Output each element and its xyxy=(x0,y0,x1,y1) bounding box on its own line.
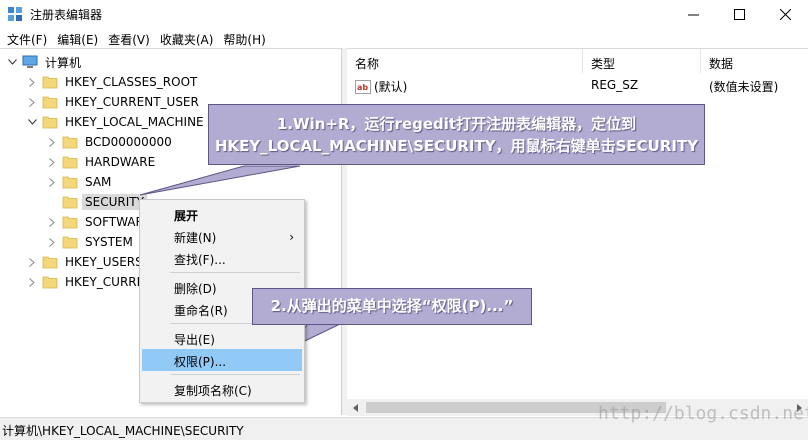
menu-item-export[interactable]: 导出(E) xyxy=(142,327,302,349)
chevron-right-icon[interactable] xyxy=(46,212,58,232)
submenu-arrow-icon: › xyxy=(289,230,294,244)
maximize-icon xyxy=(733,8,745,20)
value-name: (默认) xyxy=(374,80,408,94)
value-type: REG_SZ xyxy=(591,78,639,92)
tree-label: HKEY_CURRENT_USER xyxy=(65,95,199,109)
tree-label: SYSTEM xyxy=(85,235,133,249)
reg-sz-icon: ab xyxy=(355,79,371,94)
maximize-button[interactable] xyxy=(716,0,762,28)
menu-item-permissions[interactable]: 权限(P)... xyxy=(142,349,302,371)
callout-step-2: 2.从弹出的菜单中选择“权限(P)...” xyxy=(252,288,532,325)
tree-node-hkey-local-machine[interactable]: HKEY_LOCAL_MACHINE xyxy=(26,112,207,132)
folder-icon xyxy=(62,136,78,149)
regedit-icon xyxy=(8,7,22,21)
chevron-right-icon[interactable] xyxy=(46,172,58,192)
menu-item-find[interactable]: 查找(F)... xyxy=(142,247,302,269)
menu-item-new-label: 新建(N) xyxy=(174,231,217,245)
tree-node-hkey-users[interactable]: HKEY_USERS xyxy=(26,252,146,272)
folder-icon xyxy=(62,196,78,209)
tree-label: SOFTWAR xyxy=(85,215,144,229)
folder-icon xyxy=(42,256,58,269)
minimize-icon xyxy=(687,14,699,15)
watermark: http://blog.csdn.net/ xyxy=(598,403,808,424)
tree-node-sam[interactable]: SAM xyxy=(46,172,114,192)
tree-node-computer[interactable]: 计算机 xyxy=(6,52,84,72)
menu-item-expand[interactable]: 展开 xyxy=(142,203,302,225)
minimize-button[interactable] xyxy=(670,0,716,28)
callout-step-1-line-1: 1.Win+R，运行regedit打开注册表编辑器，定位到 xyxy=(276,115,637,133)
menu-edit[interactable]: 编辑(E) xyxy=(52,28,103,48)
callout-step-1-line-2: HKEY_LOCAL_MACHINE\SECURITY，用鼠标右键单击SECUR… xyxy=(214,137,699,155)
window-title: 注册表编辑器 xyxy=(30,8,103,22)
tree-label: SAM xyxy=(85,175,112,189)
menu-help[interactable]: 帮助(H) xyxy=(218,28,270,48)
close-icon xyxy=(779,8,791,20)
callout-step-1: 1.Win+R，运行regedit打开注册表编辑器，定位到 HKEY_LOCAL… xyxy=(208,104,705,165)
chevron-right-icon[interactable] xyxy=(26,72,38,92)
chevron-down-icon[interactable] xyxy=(6,52,18,72)
scroll-left-icon[interactable] xyxy=(347,399,364,416)
chevron-right-icon[interactable] xyxy=(26,272,38,292)
folder-icon xyxy=(62,216,78,229)
tree-node-software[interactable]: SOFTWAR xyxy=(46,212,147,232)
menu-separator xyxy=(170,272,300,273)
value-data: (数值未设置) xyxy=(709,80,779,94)
tree-label: HKEY_LOCAL_MACHINE xyxy=(65,115,204,129)
tree-node-hkey-current-user[interactable]: HKEY_CURRENT_USER xyxy=(26,92,202,112)
column-header-type[interactable]: 类型 xyxy=(583,49,701,73)
tree-label: HKEY_CLASSES_ROOT xyxy=(65,75,198,89)
menu-bar: 文件(F) 编辑(E) 查看(V) 收藏夹(A) 帮助(H) xyxy=(0,28,808,48)
folder-icon xyxy=(42,96,58,109)
folder-icon xyxy=(62,176,78,189)
menu-item-copy-key-name[interactable]: 复制项名称(C) xyxy=(142,378,302,400)
tree-label: BCD00000000 xyxy=(85,135,172,149)
menu-item-new[interactable]: 新建(N) › xyxy=(142,225,302,247)
folder-open-icon xyxy=(42,116,58,129)
close-button[interactable] xyxy=(762,0,808,28)
tree-node-hardware[interactable]: HARDWARE xyxy=(46,152,158,172)
tree-node-hkey-current-config[interactable]: HKEY_CURRE xyxy=(26,272,147,292)
column-header-name[interactable]: 名称 xyxy=(347,49,583,73)
tree-label-computer: 计算机 xyxy=(45,55,82,70)
folder-icon xyxy=(42,276,58,289)
tree-label: HKEY_USERS xyxy=(65,255,143,269)
folder-icon xyxy=(62,156,78,169)
tree-node-bcd[interactable]: BCD00000000 xyxy=(46,132,175,152)
svg-text:ab: ab xyxy=(357,83,368,92)
status-path: 计算机\HKEY_LOCAL_MACHINE\SECURITY xyxy=(2,424,244,438)
chevron-down-icon[interactable] xyxy=(26,112,38,132)
tree-node-security[interactable]: SECURITY xyxy=(46,192,147,212)
menu-view[interactable]: 查看(V) xyxy=(103,28,155,48)
tree-label-selected: SECURITY xyxy=(82,194,147,210)
chevron-right-icon[interactable] xyxy=(46,132,58,152)
title-bar: 注册表编辑器 xyxy=(0,0,808,28)
chevron-right-icon[interactable] xyxy=(46,152,58,172)
computer-icon xyxy=(22,55,38,68)
menu-separator xyxy=(170,374,300,375)
value-name-cell: ab (默认) xyxy=(355,78,407,95)
tree-node-hkey-classes-root[interactable]: HKEY_CLASSES_ROOT xyxy=(26,72,200,92)
folder-icon xyxy=(42,76,58,89)
menu-favorites[interactable]: 收藏夹(A) xyxy=(155,28,219,48)
table-row[interactable]: ab (默认) REG_SZ (数值未设置) xyxy=(347,75,808,95)
chevron-right-icon[interactable] xyxy=(46,232,58,252)
tree-label: HKEY_CURRE xyxy=(65,275,145,289)
folder-icon xyxy=(62,236,78,249)
tree-node-system[interactable]: SYSTEM xyxy=(46,232,136,252)
menu-file[interactable]: 文件(F) xyxy=(2,28,52,48)
column-header-data[interactable]: 数据 xyxy=(701,49,808,73)
tree-label: HARDWARE xyxy=(85,155,156,169)
chevron-right-icon[interactable] xyxy=(26,252,38,272)
callout-step-2-text: 2.从弹出的菜单中选择“权限(P)...” xyxy=(270,297,514,315)
chevron-right-icon[interactable] xyxy=(26,92,38,112)
